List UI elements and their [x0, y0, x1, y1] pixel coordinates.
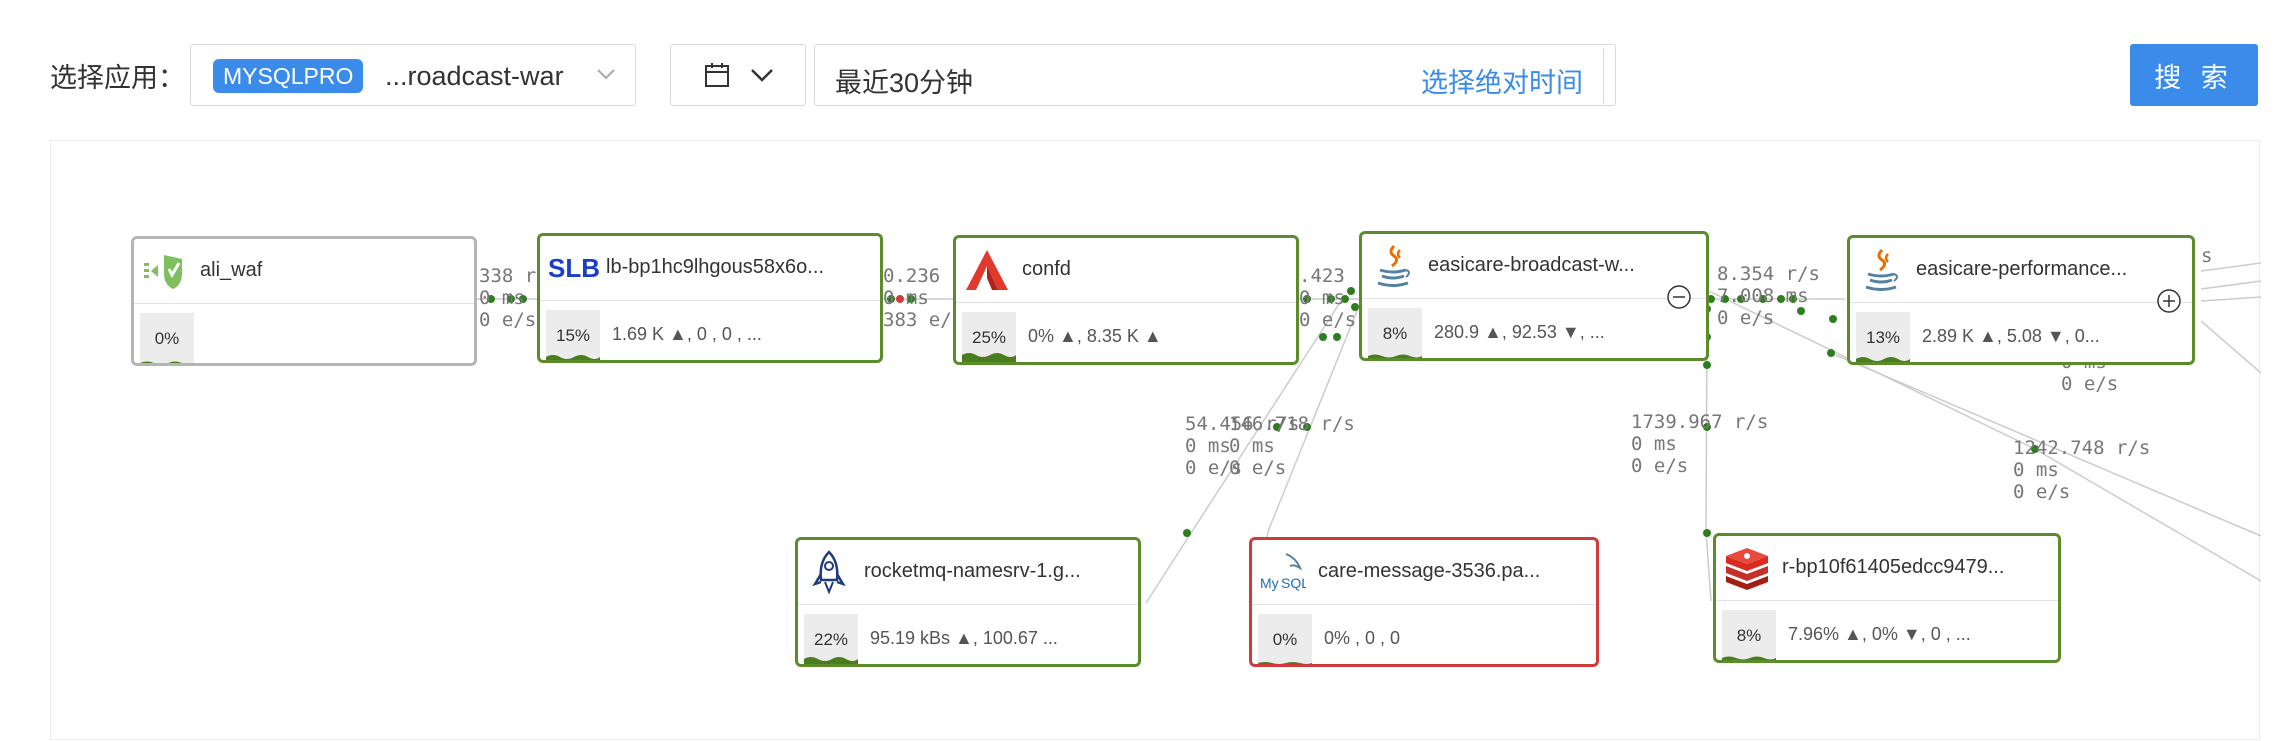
edge-performance-right3	[2200, 296, 2261, 302]
chevron-down-icon	[751, 69, 773, 82]
calendar-icon	[705, 63, 729, 87]
node-metrics: 280.9 ▲, 92.53 ▼, ...	[1434, 322, 1605, 342]
node-header: easicare-broadcast-w...	[1362, 234, 1706, 299]
service-node-ali-waf[interactable]: ali_waf 0%	[131, 236, 477, 366]
node-header: easicare-performance...	[1850, 238, 2192, 303]
node-metrics: 1.69 K ▲, 0 , 0 , ...	[612, 324, 762, 344]
edge-label-confd-broadcast: .423 r 0 ms 0 e/s	[1299, 265, 1368, 331]
node-header: confd	[956, 238, 1296, 303]
edge-label-slb-confd: 0.236 r 0 ms 383 e/	[883, 265, 963, 331]
expand-icon[interactable]	[2156, 288, 2182, 314]
node-metrics: 0% ▲, 8.35 K ▲	[1028, 326, 1162, 346]
edge-performance-right2	[2200, 280, 2261, 290]
edge-label-confd-caremessage: 146.718 r/s 0 ms 0 e/s	[1229, 413, 1355, 479]
redis-icon	[1726, 548, 1768, 590]
node-percent: 13%	[1856, 312, 1910, 362]
load-wave	[140, 361, 194, 363]
load-wave	[804, 657, 858, 664]
confd-icon	[966, 250, 1008, 290]
topology-canvas[interactable]: 338 r 0 ms 0 e/s 0.236 r 0 ms 383 e/ .42…	[50, 140, 2261, 740]
node-percent: 0%	[140, 313, 194, 363]
edge-label-right: s	[2201, 245, 2213, 267]
node-metrics: 2.89 K ▲, 5.08 ▼, 0...	[1922, 326, 2100, 346]
load-wave	[962, 353, 1016, 362]
node-percent: 8%	[1368, 308, 1422, 358]
edge-performance-right4	[2200, 320, 2261, 374]
node-percent: 0%	[1258, 614, 1312, 664]
node-name: easicare-performance...	[1916, 258, 2128, 280]
waf-icon	[144, 255, 182, 289]
time-range-value: 最近30分钟	[835, 68, 974, 98]
service-node-confd[interactable]: confd 25% 0% ▲, 8.35 K ▲	[953, 235, 1299, 365]
svg-text:My: My	[1260, 575, 1279, 591]
node-header: SLB lb-bp1hc9lhgous58x6o...	[540, 236, 880, 301]
app-select-label: 选择应用：	[50, 63, 185, 93]
absolute-time-link[interactable]: 选择绝对时间	[1421, 61, 1583, 100]
node-metrics: 95.19 kBs ▲, 100.67 ...	[870, 628, 1058, 648]
edge-label-broadcast-redis: 1739.967 r/s 0 ms 0 e/s	[1631, 411, 1769, 477]
node-name: ali_waf	[200, 259, 263, 281]
app-select-value: ...roadcast-war	[385, 61, 564, 91]
search-button[interactable]: 搜 索	[2130, 44, 2258, 106]
node-metrics: 7.96% ▲, 0% ▼, 0 , ...	[1788, 624, 1971, 644]
load-wave	[1368, 354, 1422, 358]
load-wave	[546, 355, 600, 360]
node-name: easicare-broadcast-w...	[1428, 254, 1635, 276]
divider	[1603, 49, 1604, 103]
mysql-icon: My SQL	[1260, 553, 1306, 591]
date-picker-button[interactable]	[670, 44, 806, 106]
collapse-icon[interactable]	[1666, 284, 1692, 310]
node-name: care-message-3536.pa...	[1318, 560, 1541, 582]
node-header: ali_waf	[134, 239, 474, 304]
node-percent: 22%	[804, 614, 858, 664]
edge-label-waf-slb: 338 r 0 ms 0 e/s	[479, 265, 537, 331]
node-header: rocketmq-namesrv-1.g...	[798, 540, 1138, 605]
java-icon	[1377, 244, 1410, 287]
chevron-down-icon	[597, 69, 615, 80]
svg-text:SQL: SQL	[1281, 575, 1306, 591]
service-node-rocketmq[interactable]: rocketmq-namesrv-1.g... 22% 95.19 kBs ▲,…	[795, 537, 1141, 667]
rocketmq-icon	[812, 550, 846, 594]
service-node-care-message[interactable]: My SQL care-message-3536.pa... 0% 0% , 0…	[1249, 537, 1599, 667]
node-percent: 8%	[1722, 610, 1776, 660]
node-header: r-bp10f61405edcc9479...	[1716, 536, 2058, 601]
service-node-broadcast[interactable]: easicare-broadcast-w... 8% 280.9 ▲, 92.5…	[1359, 231, 1709, 361]
edge-label-broadcast-performance: 8.354 r/s 7.008 ms 0 e/s	[1717, 263, 1820, 329]
service-node-redis[interactable]: r-bp10f61405edcc9479... 8% 7.96% ▲, 0% ▼…	[1713, 533, 2061, 663]
node-name: r-bp10f61405edcc9479...	[1782, 556, 2005, 578]
time-range-field[interactable]: 最近30分钟 选择绝对时间	[814, 44, 1616, 106]
node-name: rocketmq-namesrv-1.g...	[864, 560, 1081, 582]
node-header: My SQL care-message-3536.pa...	[1252, 540, 1596, 605]
load-wave	[1856, 357, 1910, 362]
service-node-performance[interactable]: easicare-performance... 13% 2.89 K ▲, 5.…	[1847, 235, 2195, 365]
node-percent: 15%	[546, 310, 600, 360]
app-select[interactable]: MYSQLPRO ...roadcast-war	[190, 44, 636, 106]
node-metrics: 0% , 0 , 0	[1324, 628, 1401, 648]
node-name: lb-bp1hc9lhgous58x6o...	[606, 256, 824, 278]
load-wave	[1722, 656, 1776, 660]
edge-label-performance-right: 1242.748 r/s 0 ms 0 e/s	[2013, 437, 2151, 503]
service-node-slb[interactable]: SLB lb-bp1hc9lhgous58x6o... 15% 1.69 K ▲…	[537, 233, 883, 363]
app-tag[interactable]: MYSQLPRO	[213, 59, 364, 93]
load-wave	[1258, 662, 1312, 664]
node-name: confd	[1022, 258, 1071, 280]
slb-icon: SLB	[548, 253, 600, 283]
node-percent: 25%	[962, 312, 1016, 362]
java-icon	[1865, 248, 1898, 291]
